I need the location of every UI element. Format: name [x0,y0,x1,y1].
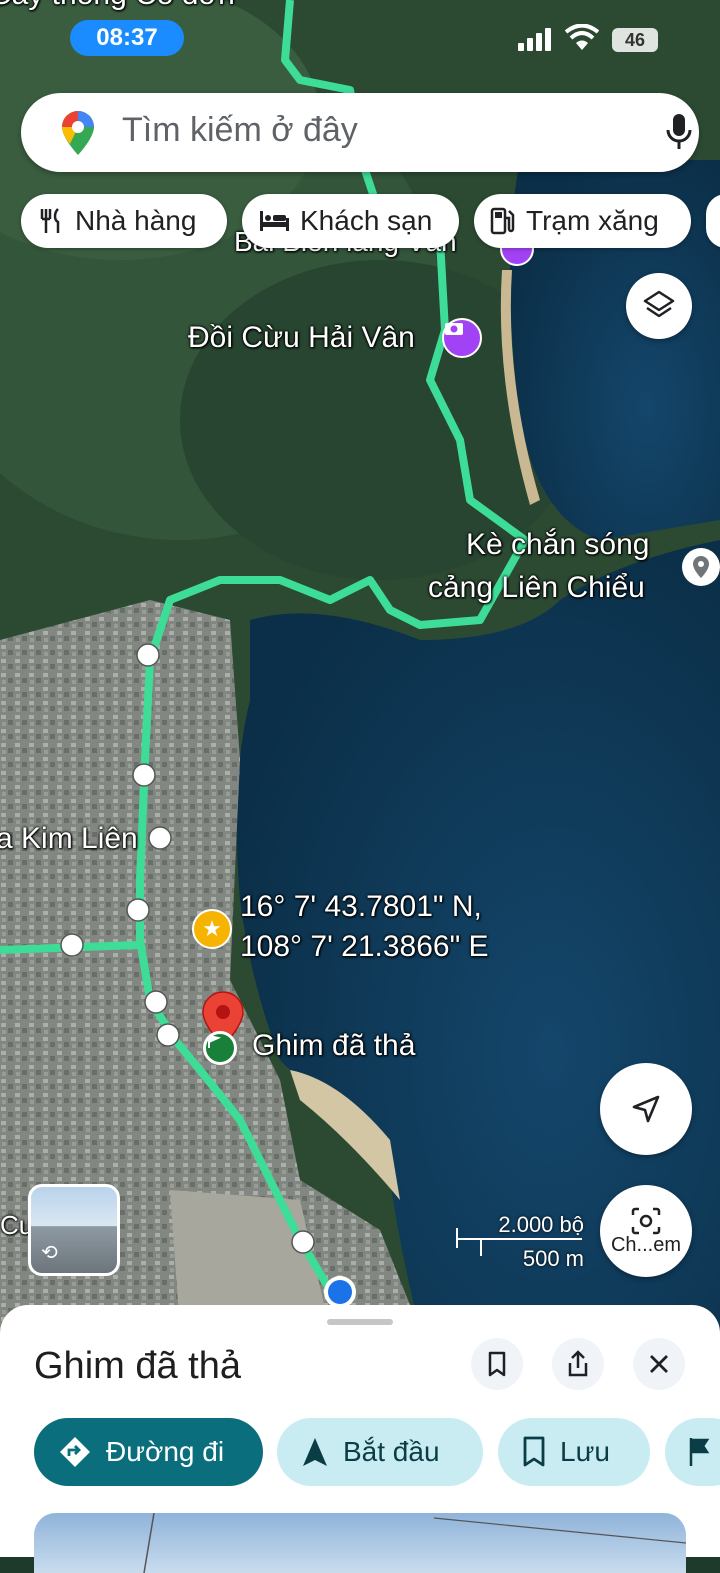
share-icon [568,1350,588,1377]
bookmark-icon [488,1351,506,1377]
chip-label: Nhà hàng [75,205,197,236]
place-pin-icon[interactable] [682,548,720,586]
camera-poi-icon[interactable] [442,318,482,358]
map-scale: 2.000 bộ 500 m [456,1212,596,1272]
gas-station-icon [490,207,515,235]
dropped-pin-flag-icon [203,1031,237,1065]
drag-handle[interactable] [327,1319,393,1325]
start-button[interactable]: Bắt đầu [277,1418,483,1486]
place-label-doi-cuu[interactable]: Đồi Cừu Hải Vân [188,321,415,355]
close-icon [650,1355,668,1373]
place-title: Ghim đã thả [34,1345,241,1387]
save-label: Lưu [560,1436,610,1467]
place-label-ke-chan-song[interactable]: Kè chắn sóng [466,528,649,562]
place-label-kim-lien[interactable]: a Kim Liên [0,822,138,856]
navigation-arrow-icon [632,1095,660,1123]
chip-gas-stations[interactable]: Trạm xăng [474,194,691,248]
close-button[interactable] [633,1338,685,1390]
search-input[interactable]: Tìm kiếm ở đây [122,111,358,150]
place-bottom-sheet[interactable]: Ghim đã thả Đường đi Bắt đầu Lưu [0,1305,720,1573]
google-maps-logo-icon [62,111,94,155]
directions-icon [60,1437,90,1467]
lens-button[interactable]: Ch...em [600,1185,692,1277]
restaurant-icon [40,208,60,233]
status-time: 08:37 [70,20,184,56]
hotel-icon [260,211,289,231]
wifi-icon [565,24,599,50]
place-photo[interactable] [34,1513,686,1573]
share-button[interactable] [552,1338,604,1390]
start-label: Bắt đầu [343,1436,440,1467]
camera-lens-icon [631,1207,661,1234]
rotate-360-icon: ⟲ [41,1242,58,1264]
chip-label: Khách sạn [300,205,433,236]
chip-restaurants[interactable]: Nhà hàng [21,194,227,248]
coordinates-line-1: 16° 7' 43.7801" N, [240,890,482,923]
scale-imperial: 2.000 bộ [498,1212,584,1237]
microphone-icon[interactable] [666,113,692,151]
bookmark-icon [523,1436,545,1467]
status-bar: 08:37 46 [0,0,720,80]
navigation-icon [303,1438,327,1466]
layers-button[interactable] [626,273,692,339]
star-saved-icon[interactable]: ★ [192,909,232,949]
search-bar[interactable]: Tìm kiếm ở đây [21,93,699,172]
photo-sky [143,1513,686,1573]
lens-label: Ch...em [610,1233,682,1256]
directions-label: Đường đi [106,1436,225,1467]
save-button[interactable]: Lưu [498,1418,650,1486]
my-location-button[interactable] [600,1063,692,1155]
save-bookmark-button[interactable] [471,1338,523,1390]
dropped-pin-label: Ghim đã thả [252,1029,416,1062]
directions-button[interactable]: Đường đi [34,1418,263,1486]
scale-metric: 500 m [522,1246,584,1271]
street-view-thumbnail[interactable]: ⟲ [28,1184,120,1276]
signal-icon [518,28,551,51]
chip-hotels[interactable]: Khách sạn [242,194,459,248]
place-label-cang-lien-chieu[interactable]: cảng Liên Chiểu [428,571,645,605]
more-actions-button[interactable] [665,1418,720,1486]
chip-label: Trạm xăng [526,205,659,236]
flag-icon [689,1438,710,1466]
layers-icon [643,290,675,318]
coordinates-line-2: 108° 7' 21.3866" E [240,930,489,963]
battery-indicator: 46 [612,28,658,52]
